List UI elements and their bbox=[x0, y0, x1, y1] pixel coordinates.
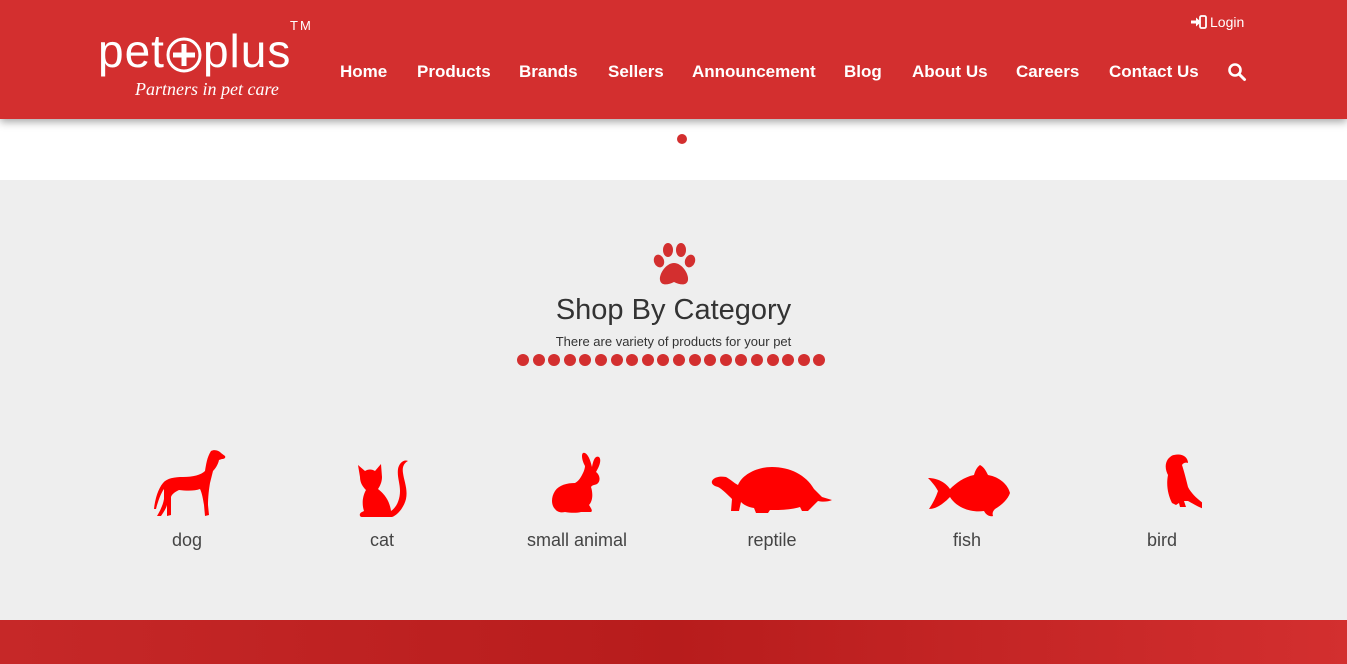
nav-item-announcement[interactable]: Announcement bbox=[692, 62, 816, 82]
category-bird[interactable]: bird bbox=[1082, 445, 1242, 555]
nav-item-home[interactable]: Home bbox=[340, 62, 387, 82]
category-label: dog bbox=[171, 530, 203, 550]
turtle-icon bbox=[711, 467, 832, 513]
nav-item-products[interactable]: Products bbox=[417, 62, 491, 82]
nav-item-brands[interactable]: Brands bbox=[519, 62, 578, 82]
category-label: small animal bbox=[526, 530, 628, 550]
fish-icon bbox=[928, 465, 1010, 517]
nav-item-sellers[interactable]: Sellers bbox=[608, 62, 664, 82]
parrot-icon bbox=[1165, 454, 1202, 509]
site-header: pet plus TM Partners in pet care Login H… bbox=[0, 0, 1347, 119]
category-cat[interactable]: cat bbox=[302, 445, 462, 555]
nav-item-about-us[interactable]: About Us bbox=[912, 62, 988, 82]
footer-band bbox=[0, 620, 1347, 664]
petplus-logo[interactable]: pet plus TM Partners in pet care bbox=[98, 18, 318, 103]
main-nav: Home Products Brands Sellers Announcemen… bbox=[0, 62, 1347, 84]
paw-icon bbox=[653, 243, 696, 285]
decorative-dots-divider bbox=[517, 354, 826, 368]
section-subtitle: There are variety of products for your p… bbox=[555, 334, 792, 349]
nav-item-blog[interactable]: Blog bbox=[844, 62, 882, 82]
rabbit-icon bbox=[552, 452, 601, 513]
category-label: fish bbox=[952, 530, 981, 550]
hero-slider bbox=[0, 119, 1347, 180]
sign-in-icon bbox=[1191, 15, 1207, 29]
category-label: reptile bbox=[747, 530, 797, 550]
login-link[interactable]: Login bbox=[1191, 14, 1244, 30]
category-label: cat bbox=[369, 530, 394, 550]
nav-item-contact-us[interactable]: Contact Us bbox=[1109, 62, 1199, 82]
login-label: Login bbox=[1210, 14, 1245, 30]
nav-item-careers[interactable]: Careers bbox=[1016, 62, 1079, 82]
category-small-animal[interactable]: small animal bbox=[497, 445, 657, 555]
shop-by-category-section: Shop By Category There are variety of pr… bbox=[0, 180, 1347, 620]
trademark-mark: TM bbox=[290, 18, 313, 33]
category-fish[interactable]: fish bbox=[887, 445, 1047, 555]
dog-icon bbox=[154, 450, 226, 516]
category-dog[interactable]: dog bbox=[107, 445, 267, 555]
slider-indicator-dot[interactable] bbox=[677, 134, 687, 144]
search-icon[interactable] bbox=[1227, 62, 1247, 82]
section-title: Shop By Category bbox=[555, 294, 792, 326]
category-reptile[interactable]: reptile bbox=[692, 445, 852, 555]
category-label: bird bbox=[1146, 530, 1177, 550]
cat-icon bbox=[358, 460, 408, 517]
